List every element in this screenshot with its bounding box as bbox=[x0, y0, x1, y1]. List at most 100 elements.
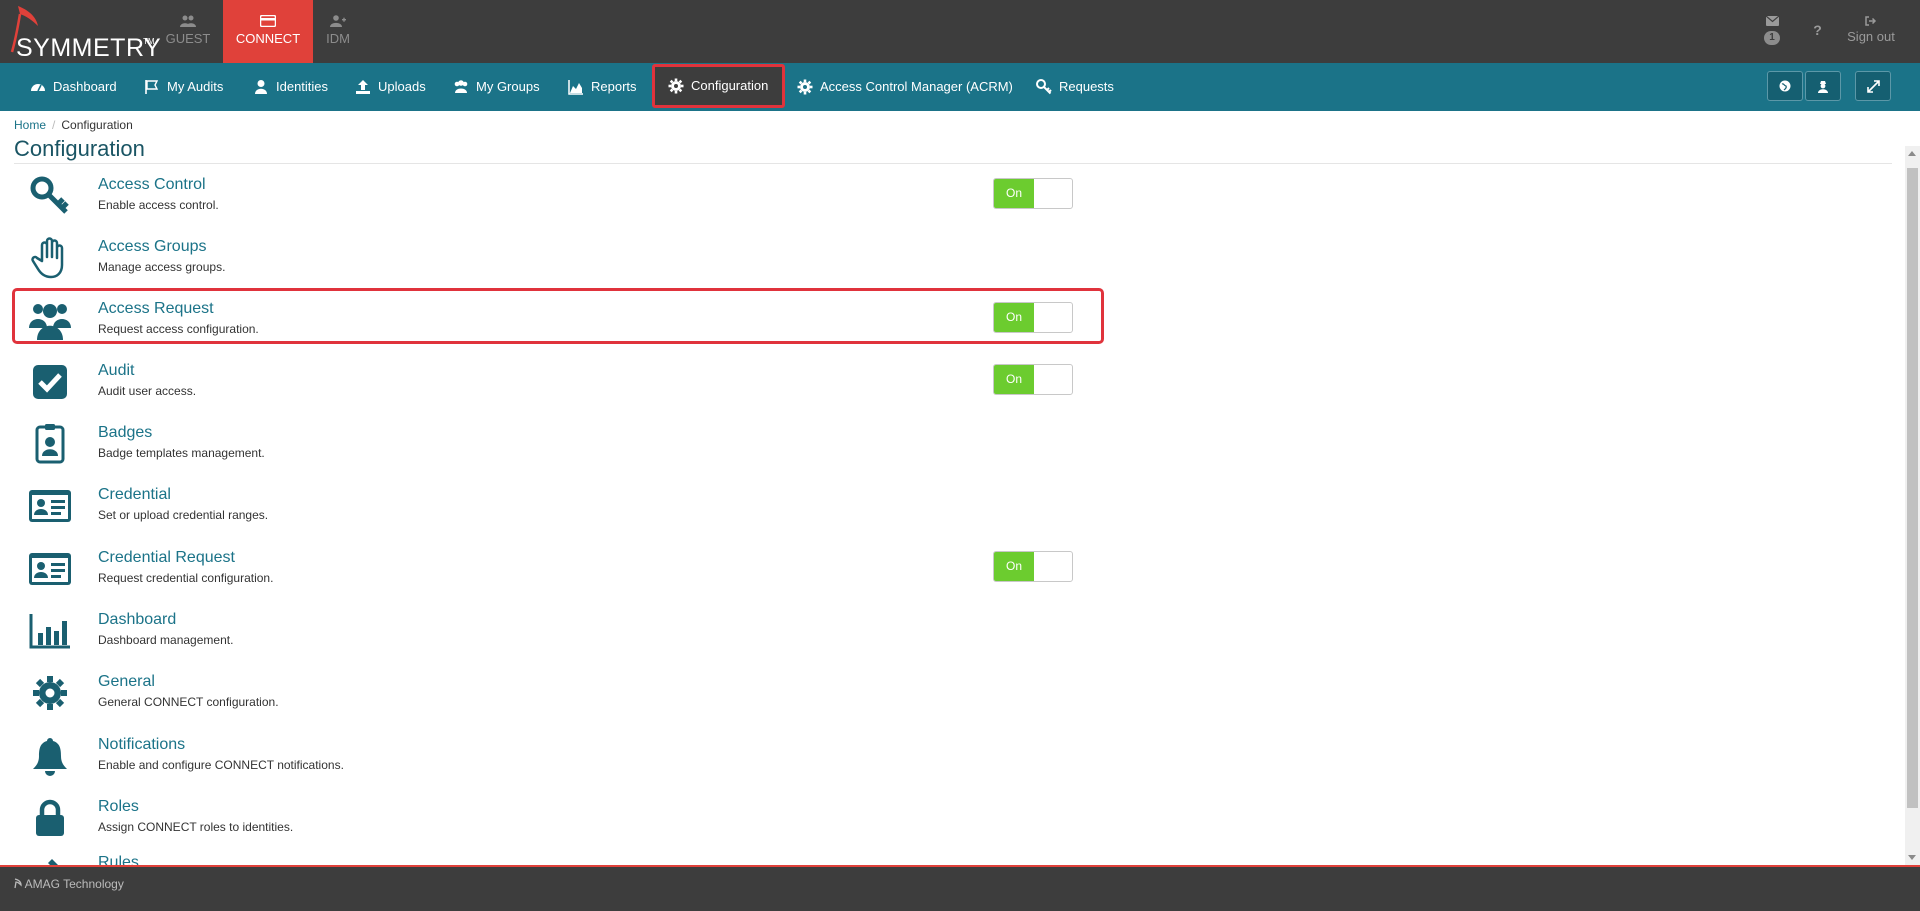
config-item-credential[interactable]: Credential Set or upload credential rang… bbox=[14, 480, 1104, 538]
config-item-description: Request access configuration. bbox=[98, 322, 259, 336]
nav-dashboard[interactable]: Dashboard bbox=[30, 63, 117, 111]
config-item-audit[interactable]: Audit Audit user access. On bbox=[14, 356, 1104, 414]
nav-label: Identities bbox=[276, 79, 329, 94]
check-square-icon bbox=[28, 360, 72, 404]
config-item-badges[interactable]: Badges Badge templates management. bbox=[14, 418, 1104, 476]
sign-out-label: Sign out bbox=[1847, 29, 1895, 44]
audit-toggle[interactable]: On bbox=[993, 364, 1073, 395]
brand-name: SYMMETRY bbox=[16, 34, 162, 62]
nav-reports[interactable]: Reports bbox=[568, 63, 637, 111]
scroll-up-arrow-icon[interactable] bbox=[1908, 151, 1916, 156]
scroll-down-arrow-icon[interactable] bbox=[1908, 855, 1916, 860]
nav-label: My Groups bbox=[476, 79, 540, 94]
config-item-title[interactable]: Credential Request bbox=[98, 549, 235, 567]
nav-my-groups[interactable]: My Groups bbox=[453, 63, 540, 111]
toggle-on-label: On bbox=[994, 303, 1034, 332]
scrollbar-thumb[interactable] bbox=[1907, 168, 1918, 808]
app-tab-guest[interactable]: GUEST bbox=[143, 0, 233, 63]
user-secret-icon bbox=[1818, 80, 1828, 93]
breadcrumb-home[interactable]: Home bbox=[14, 118, 46, 132]
breadcrumb-separator: / bbox=[52, 118, 56, 132]
app-tab-label: CONNECT bbox=[235, 31, 301, 46]
config-item-description: Set or upload credential ranges. bbox=[98, 508, 269, 522]
gear-icon bbox=[797, 79, 813, 95]
config-item-title[interactable]: Rules bbox=[98, 855, 139, 865]
config-item-roles[interactable]: Roles Assign CONNECT roles to identities… bbox=[14, 792, 1104, 850]
gavel-icon bbox=[28, 855, 72, 865]
gear-icon bbox=[668, 78, 684, 94]
config-item-title[interactable]: Roles bbox=[98, 798, 139, 816]
id-card-icon bbox=[28, 484, 72, 528]
nav-configuration[interactable]: Configuration bbox=[652, 64, 786, 108]
config-item-title[interactable]: Audit bbox=[98, 362, 134, 380]
area-chart-icon bbox=[568, 80, 583, 95]
main-nav: Dashboard My Audits Identities Uploads M… bbox=[0, 63, 1920, 111]
config-item-description: Manage access groups. bbox=[98, 260, 226, 274]
globe-icon bbox=[1779, 80, 1791, 92]
bell-icon bbox=[28, 734, 72, 778]
config-item-description: Enable access control. bbox=[98, 198, 219, 212]
config-item-credential-request[interactable]: Credential Request Request credential co… bbox=[14, 543, 1104, 601]
nav-label: Requests bbox=[1059, 79, 1114, 94]
config-item-description: Audit user access. bbox=[98, 384, 197, 398]
nav-label: Access Control Manager (ACRM) bbox=[820, 79, 1013, 94]
config-item-dashboard[interactable]: Dashboard Dashboard management. bbox=[14, 605, 1104, 663]
nav-label: Uploads bbox=[378, 79, 426, 94]
dashboard-icon bbox=[31, 84, 45, 92]
config-item-description: Badge templates management. bbox=[98, 446, 265, 460]
config-item-title[interactable]: Notifications bbox=[98, 736, 185, 754]
help-icon: ? bbox=[1813, 22, 1822, 38]
nav-my-audits[interactable]: My Audits bbox=[144, 63, 223, 111]
nav-label: Reports bbox=[591, 79, 637, 94]
nav-identities[interactable]: Identities bbox=[253, 63, 328, 111]
config-item-notifications[interactable]: Notifications Enable and configure CONNE… bbox=[14, 730, 1104, 788]
nav-acrm[interactable]: Access Control Manager (ACRM) bbox=[797, 63, 1013, 111]
users-icon bbox=[454, 80, 468, 93]
config-item-access-control[interactable]: Access Control Enable access control. On bbox=[14, 170, 1104, 228]
users-icon bbox=[28, 298, 72, 342]
lock-icon bbox=[28, 796, 72, 840]
language-button[interactable] bbox=[1767, 71, 1803, 101]
access-control-toggle[interactable]: On bbox=[993, 178, 1073, 209]
bar-chart-icon bbox=[28, 609, 72, 653]
symmetry-logo[interactable]: SYMMETRY TM bbox=[8, 4, 161, 62]
config-item-title[interactable]: Access Control bbox=[98, 176, 206, 194]
footer-text: AMAG Technology bbox=[24, 877, 124, 891]
config-item-title[interactable]: Credential bbox=[98, 486, 171, 504]
breadcrumb-current: Configuration bbox=[61, 118, 133, 132]
amag-logo-icon bbox=[14, 878, 22, 889]
footer: AMAG Technology bbox=[0, 865, 1920, 911]
footer-brand: AMAG Technology bbox=[14, 877, 124, 891]
credential-request-toggle[interactable]: On bbox=[993, 551, 1073, 582]
id-card-icon bbox=[28, 547, 72, 591]
flag-icon bbox=[145, 80, 159, 94]
sign-out-button[interactable]: Sign out bbox=[1836, 0, 1906, 63]
user-plus-icon bbox=[330, 15, 346, 27]
fullscreen-button[interactable] bbox=[1855, 71, 1891, 101]
key-icon bbox=[1036, 79, 1052, 95]
app-tab-idm[interactable]: IDM bbox=[293, 0, 383, 63]
config-item-title[interactable]: Access Request bbox=[98, 300, 214, 318]
title-divider bbox=[14, 163, 1892, 164]
user-icon bbox=[255, 80, 267, 94]
config-item-description: General CONNECT configuration. bbox=[98, 695, 279, 709]
config-item-access-groups[interactable]: Access Groups Manage access groups. bbox=[14, 232, 1104, 290]
config-item-title[interactable]: General bbox=[98, 673, 155, 691]
nav-requests[interactable]: Requests bbox=[1036, 63, 1114, 111]
badge-icon bbox=[28, 422, 72, 466]
app-tab-label: IDM bbox=[326, 31, 350, 46]
page-scrollbar[interactable] bbox=[1905, 146, 1920, 865]
config-item-access-request[interactable]: Access Request Request access configurat… bbox=[14, 294, 1104, 352]
config-item-rules[interactable]: Rules bbox=[14, 855, 1104, 865]
config-item-general[interactable]: General General CONNECT configuration. bbox=[14, 667, 1104, 725]
gear-icon bbox=[28, 671, 72, 715]
nav-uploads[interactable]: Uploads bbox=[355, 63, 426, 111]
config-item-title[interactable]: Access Groups bbox=[98, 238, 206, 256]
privacy-button[interactable] bbox=[1805, 71, 1841, 101]
config-item-title[interactable]: Dashboard bbox=[98, 611, 176, 629]
config-item-description: Assign CONNECT roles to identities. bbox=[98, 820, 294, 834]
access-request-toggle[interactable]: On bbox=[993, 302, 1073, 333]
config-item-rules-clip: Rules bbox=[14, 855, 1104, 865]
sign-out-icon bbox=[1865, 16, 1877, 26]
config-item-title[interactable]: Badges bbox=[98, 424, 152, 442]
